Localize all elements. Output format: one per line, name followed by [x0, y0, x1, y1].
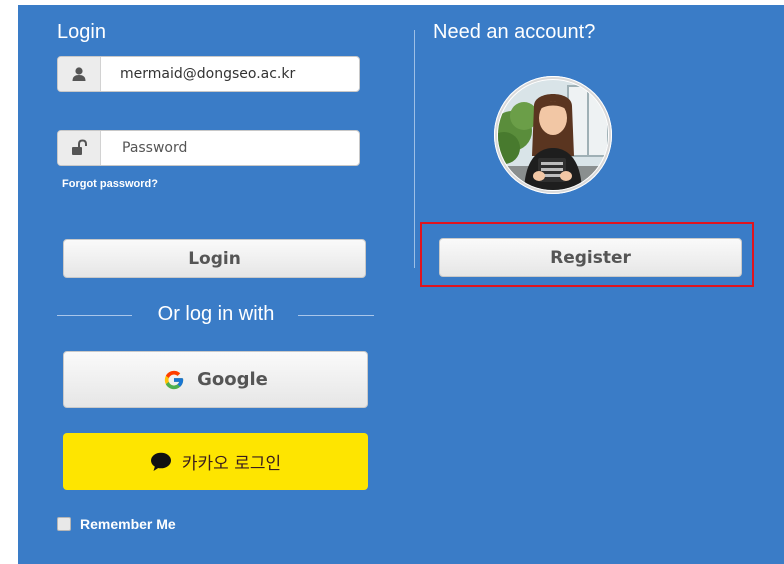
lock-open-icon	[58, 131, 101, 165]
email-field[interactable]	[57, 56, 360, 92]
google-login-button[interactable]: Google	[63, 351, 368, 408]
divider-right	[298, 315, 374, 316]
login-button[interactable]: Login	[63, 239, 366, 278]
avatar-image	[494, 76, 612, 194]
register-heading: Need an account?	[433, 21, 596, 43]
kakao-chat-bubble-icon	[150, 452, 172, 472]
register-button[interactable]: Register	[439, 238, 742, 277]
google-button-label: Google	[197, 369, 268, 390]
user-icon	[58, 57, 101, 91]
email-input[interactable]	[120, 57, 350, 91]
remember-me-checkbox[interactable]	[57, 517, 71, 531]
password-field[interactable]	[57, 130, 360, 166]
remember-me[interactable]: Remember Me	[57, 516, 176, 532]
column-divider	[414, 30, 415, 268]
remember-me-label: Remember Me	[80, 516, 176, 532]
kakao-login-button[interactable]: 카카오 로그인	[63, 433, 368, 490]
or-login-with-label: Or log in with	[157, 303, 275, 325]
login-heading: Login	[57, 21, 106, 43]
google-icon	[163, 369, 185, 391]
forgot-password-link[interactable]: Forgot password?	[62, 178, 158, 190]
kakao-button-label: 카카오 로그인	[181, 454, 282, 474]
divider-left	[57, 315, 132, 316]
password-input[interactable]	[122, 131, 352, 165]
